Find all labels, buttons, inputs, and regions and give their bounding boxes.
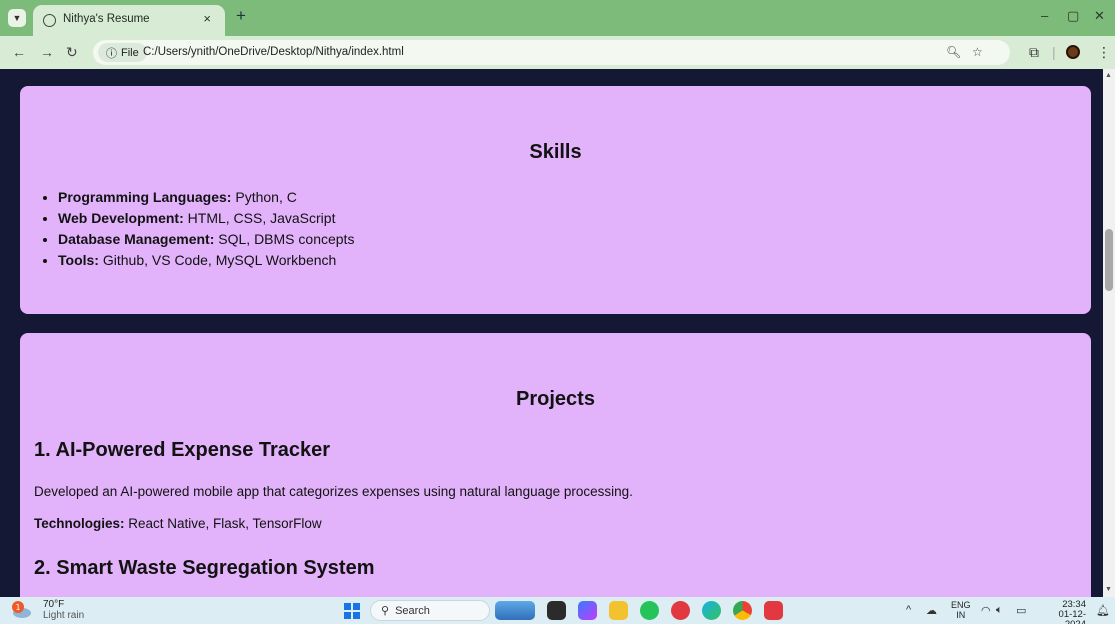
- tab-search-chevron-icon[interactable]: ▼: [8, 9, 26, 27]
- url-text[interactable]: C:/Users/ynith/OneDrive/Desktop/Nithya/i…: [143, 46, 404, 58]
- wps-office-icon[interactable]: [671, 601, 690, 620]
- browser-toolbar: ← → ↻ ⓘ File C:/Users/ynith/OneDrive/Des…: [0, 36, 1115, 69]
- scroll-down-icon[interactable]: ▼: [1105, 586, 1112, 593]
- scroll-thumb[interactable]: [1105, 229, 1113, 291]
- file-chip-label: File: [121, 46, 139, 59]
- toolbar-divider: |: [1052, 44, 1056, 60]
- battery-icon[interactable]: ▭: [1016, 604, 1026, 617]
- skills-card: Skills Programming Languages: Python, C …: [20, 86, 1091, 314]
- zoom-icon[interactable]: 🔍︎: [946, 45, 961, 59]
- windows-start-icon[interactable]: [344, 603, 360, 619]
- projects-card: Projects 1. AI-Powered Expense Tracker D…: [20, 333, 1091, 597]
- skill-item: Tools: Github, VS Code, MySQL Workbench: [58, 250, 354, 271]
- globe-icon: [43, 14, 56, 27]
- site-info-chip[interactable]: ⓘ File: [98, 43, 147, 62]
- projects-heading: Projects: [516, 388, 595, 410]
- taskbar: 1 70°F Light rain ⚲ Search ^ ☁ ENG IN ◠ …: [0, 597, 1115, 624]
- notification-bell-icon[interactable]: 🔔︎: [1096, 604, 1110, 617]
- clock-date: 01-12-2024: [1058, 609, 1086, 624]
- weather-desc: Light rain: [43, 610, 85, 621]
- tab-close-icon[interactable]: ×: [203, 11, 211, 26]
- extensions-icon[interactable]: ⧉: [1029, 44, 1039, 61]
- skill-item: Web Development: HTML, CSS, JavaScript: [58, 208, 354, 229]
- clock[interactable]: 23:34 01-12-2024: [1038, 600, 1086, 624]
- skills-list: Programming Languages: Python, C Web Dev…: [58, 187, 354, 271]
- language-indicator[interactable]: ENG IN: [951, 600, 971, 620]
- info-icon: ⓘ: [106, 47, 117, 60]
- project-technologies-1: Technologies: React Native, Flask, Tenso…: [34, 516, 322, 531]
- chrome-icon[interactable]: [733, 601, 752, 620]
- project-description-1: Developed an AI-powered mobile app that …: [34, 484, 633, 499]
- search-icon: ⚲: [381, 605, 390, 617]
- file-explorer-icon[interactable]: [609, 601, 628, 620]
- page-scrollbar[interactable]: ▲ ▼: [1103, 69, 1115, 597]
- edge-icon[interactable]: [702, 601, 721, 620]
- whatsapp-icon[interactable]: [640, 601, 659, 620]
- new-tab-icon[interactable]: +: [236, 6, 246, 26]
- weather-badge: 1: [15, 603, 20, 612]
- task-view-icon[interactable]: [547, 601, 566, 620]
- project-title-1: 1. AI-Powered Expense Tracker: [34, 439, 331, 461]
- skills-heading: Skills: [529, 141, 582, 163]
- page-viewport: Skills Programming Languages: Python, C …: [0, 69, 1103, 597]
- copilot-icon[interactable]: [578, 601, 597, 620]
- skill-item: Database Management: SQL, DBMS concepts: [58, 229, 354, 250]
- close-window-icon[interactable]: ✕: [1094, 8, 1105, 24]
- search-label: Search: [395, 604, 430, 617]
- project-title-2: 2. Smart Waste Segregation System: [34, 557, 375, 579]
- taskbar-search[interactable]: ⚲ Search: [370, 600, 490, 621]
- tab-title: Nithya's Resume: [63, 13, 150, 25]
- onedrive-icon[interactable]: ☁: [926, 604, 937, 617]
- wifi-icon[interactable]: ◠: [981, 604, 991, 617]
- address-bar[interactable]: ⓘ File C:/Users/ynith/OneDrive/Desktop/N…: [93, 40, 1010, 65]
- scroll-up-icon[interactable]: ▲: [1105, 72, 1112, 79]
- forward-icon[interactable]: →: [40, 44, 54, 60]
- tab-nithyas-resume[interactable]: Nithya's Resume ×: [33, 5, 225, 36]
- back-icon[interactable]: ←: [12, 44, 26, 60]
- weather-text[interactable]: 70°F Light rain: [43, 599, 84, 621]
- wps-writer-icon[interactable]: [764, 601, 783, 620]
- tab-strip: ▼ Nithya's Resume × + – ▢ ✕: [0, 0, 1115, 36]
- minimize-icon[interactable]: –: [1041, 8, 1048, 23]
- weather-rain-icon[interactable]: 1: [10, 601, 32, 619]
- weather-temp: 70°F: [43, 599, 65, 610]
- restore-icon[interactable]: ▢: [1067, 8, 1079, 24]
- reload-icon[interactable]: ↻: [66, 44, 78, 61]
- bookmark-star-icon[interactable]: ☆: [972, 45, 983, 59]
- show-hidden-icons[interactable]: ^: [906, 604, 911, 616]
- menu-kebab-icon[interactable]: ⋮: [1097, 44, 1111, 61]
- profile-avatar[interactable]: [1066, 45, 1080, 59]
- volume-icon[interactable]: 🔈︎: [996, 604, 1003, 617]
- widgets-icon[interactable]: [495, 601, 535, 620]
- skill-item: Programming Languages: Python, C: [58, 187, 354, 208]
